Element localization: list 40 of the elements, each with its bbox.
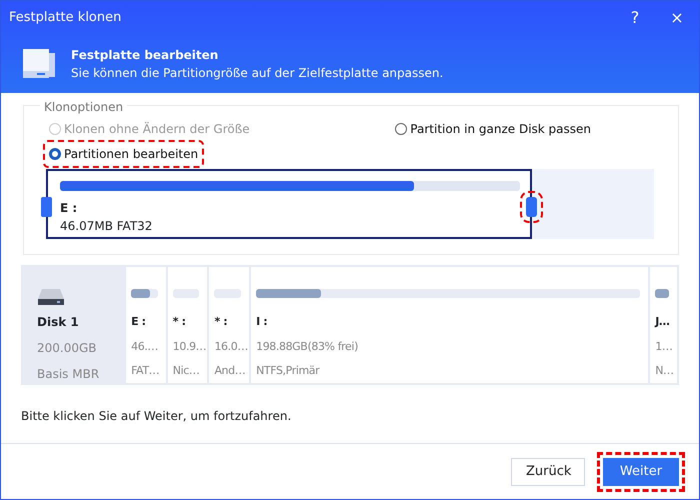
partition-cell[interactable]: I : 198.88GB(83% frei) NTFS,Primär [251, 267, 650, 383]
header-subtitle: Sie können die Partitiongröße auf der Zielfestplatte anpassen. [71, 64, 444, 82]
partition-size: 10.9… [172, 338, 208, 354]
disk-name: Disk 1 [37, 314, 80, 331]
partition-filesystem: And… [214, 363, 246, 379]
radio-option[interactable]: Partition in ganze Disk passen [392, 118, 594, 140]
drive-icon [37, 287, 65, 307]
usage-bar [655, 289, 669, 298]
partition-filesystem: Nic… [172, 363, 201, 379]
partition-size: 198.88GB(83% frei) [256, 338, 359, 354]
partition-name: I : [256, 314, 268, 330]
partition-cell[interactable]: J… 1… N… [650, 267, 677, 383]
close-button[interactable]: × [663, 6, 691, 30]
partition-name: * : [214, 314, 228, 330]
partition-info: 46.07MB FAT32 [60, 218, 154, 235]
partition-filesystem: FAT… [131, 363, 160, 379]
disk-type: Basis MBR [37, 366, 100, 383]
resize-handle[interactable] [526, 197, 537, 217]
partition-name: E : [131, 314, 147, 330]
resize-handle[interactable] [41, 197, 52, 217]
partition-cell[interactable]: * : 10.9… Nic… [168, 267, 210, 383]
back-button[interactable]: Zurück [511, 458, 585, 486]
window-title: Festplatte klonen [9, 8, 122, 27]
disk-size: 200.00GB [37, 340, 98, 357]
partition-filesystem: N… [655, 363, 675, 379]
partition-size: 46.… [131, 338, 160, 354]
instruction-text: Bitte klicken Sie auf Weiter, um fortzufahren. [21, 408, 292, 425]
partition-size: 1… [655, 338, 674, 354]
partition-size: 16.0… [214, 338, 249, 354]
usage-bar [131, 289, 158, 298]
help-button[interactable]: ? [621, 6, 649, 30]
partition-cell[interactable]: * : 16.0… And… [209, 267, 252, 383]
partition-name: J… [655, 314, 671, 330]
radio-option[interactable]: Partitionen bearbeiten [46, 143, 202, 165]
header-title: Festplatte bearbeiten [71, 46, 220, 64]
partition-filesystem: NTFS,Primär [256, 363, 321, 379]
partition-name: E : [60, 200, 78, 217]
partition-name: * : [172, 314, 187, 330]
size-slider[interactable] [60, 181, 520, 191]
partition-cell[interactable]: E : 46.… FAT… [126, 267, 168, 383]
